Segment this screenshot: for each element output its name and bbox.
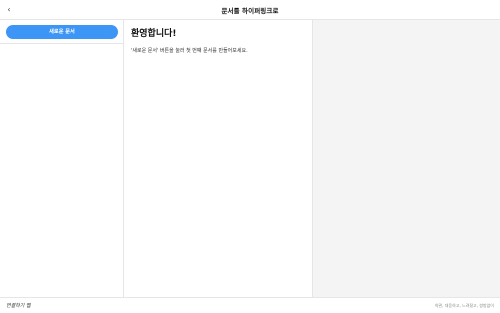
preview-panel	[313, 20, 500, 297]
main-panel: 환영합니다! '새로운 문서' 버튼을 눌러 첫 번째 문서를 만들어보세요.	[125, 20, 313, 297]
footer: 연결하기 웹 약관, 대응하고, 느려졌고, 쌍방없이	[0, 297, 500, 313]
sidebar-header: 새로운 문서	[0, 20, 124, 44]
footer-brand: 연결하기 웹	[6, 303, 31, 309]
welcome-title: 환영합니다!	[131, 29, 177, 39]
page-title: 문서를 하이퍼링크로	[221, 7, 279, 15]
sidebar: 새로운 문서	[0, 20, 124, 297]
footer-links[interactable]: 약관, 대응하고, 느려졌고, 쌍방없이	[435, 303, 494, 309]
welcome-message: '새로운 문서' 버튼을 눌러 첫 번째 문서를 만들어보세요.	[131, 48, 248, 54]
new-document-button[interactable]: 새로운 문서	[6, 25, 118, 39]
top-bar: ‹ 문서를 하이퍼링크로	[0, 0, 500, 20]
app-window: ‹ 문서를 하이퍼링크로 새로운 문서 환영합니다! '새로운 문서' 버튼을 …	[0, 0, 500, 313]
